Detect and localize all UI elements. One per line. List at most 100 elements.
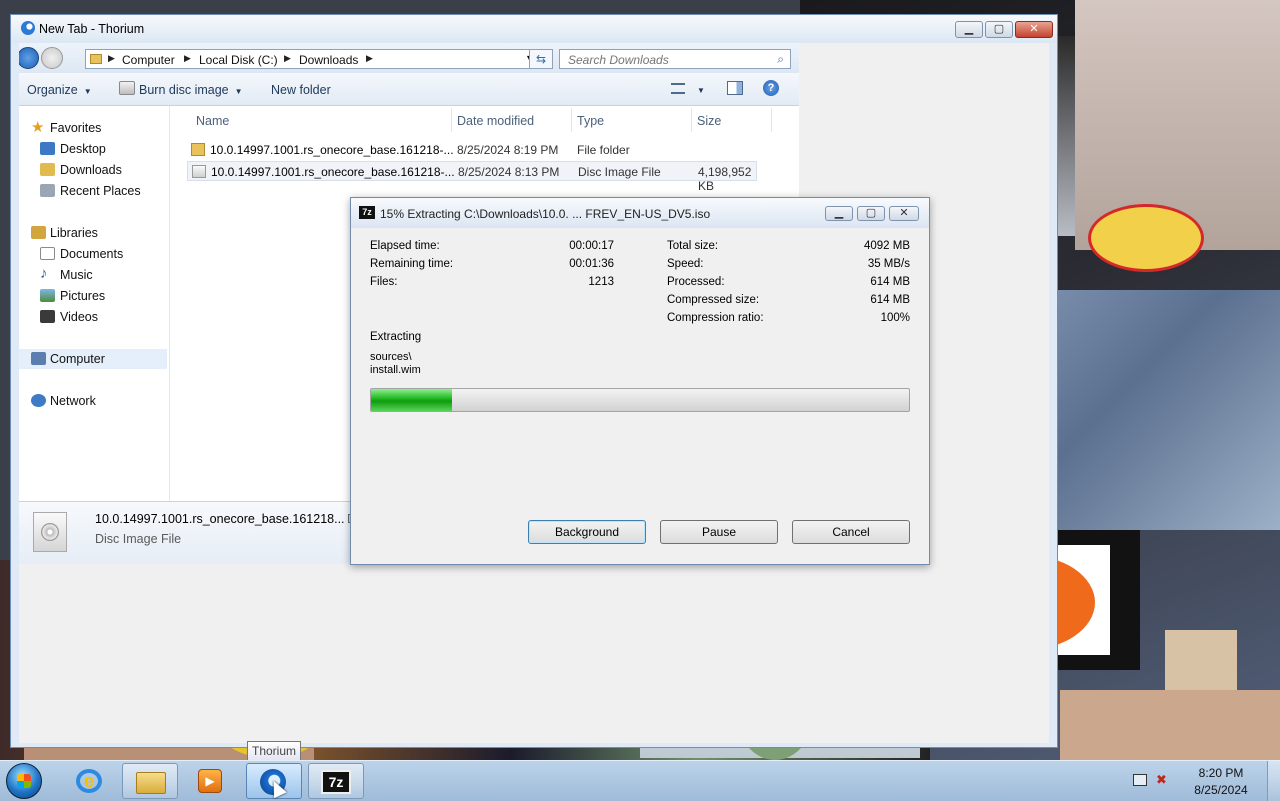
nav-label: Libraries	[50, 226, 98, 240]
system-tray: ✖ 8:20 PM 8/25/2024	[1130, 761, 1280, 801]
burn-disc-image-button[interactable]: Burn disc image ▼	[139, 83, 243, 97]
show-desktop-button[interactable]	[1267, 761, 1280, 801]
back-button[interactable]	[19, 47, 39, 69]
elapsed-time-value: 00:00:17	[569, 240, 614, 252]
browser-titlebar[interactable]: New Tab - Thorium ▁ ▢ ✕	[11, 15, 1057, 43]
nav-documents[interactable]: Documents	[19, 244, 167, 264]
start-button[interactable]	[6, 763, 42, 799]
column-divider[interactable]	[691, 108, 692, 132]
taskbar-media-player[interactable]: ▶	[184, 763, 240, 799]
maximize-button[interactable]: ▢	[985, 21, 1013, 38]
close-button[interactable]: ✕	[1015, 21, 1053, 38]
files-value: 1213	[588, 276, 614, 288]
column-header-name[interactable]: Name	[196, 114, 229, 128]
nav-music[interactable]: ♪ Music	[19, 265, 167, 285]
organize-label: Organize	[27, 83, 78, 97]
background-button[interactable]: Background	[528, 520, 646, 544]
burn-disc-icon	[119, 81, 135, 95]
chevron-down-icon[interactable]: ▼	[697, 86, 705, 95]
column-divider[interactable]	[571, 108, 572, 132]
file-row[interactable]: 10.0.14997.1001.rs_onecore_base.161218-.…	[187, 140, 757, 160]
file-name: 10.0.14997.1001.rs_onecore_base.161218-.…	[211, 165, 455, 179]
nav-favorites[interactable]: ★ Favorites	[19, 118, 167, 138]
dialog-title: 15% Extracting C:\Downloads\10.0. ... FR…	[380, 207, 711, 221]
column-divider[interactable]	[451, 108, 452, 132]
elapsed-time-label: Elapsed time:	[370, 240, 440, 252]
speed-value: 35 MB/s	[867, 258, 910, 270]
nav-downloads[interactable]: Downloads	[19, 160, 167, 180]
file-date: 8/25/2024 8:19 PM	[457, 143, 559, 157]
search-icon[interactable]: ⌕	[777, 52, 784, 67]
compressed-size-label: Compressed size:	[667, 294, 760, 306]
taskbar: e ▶ 7z ✖ 8:20 PM 8/25/2024	[0, 760, 1280, 801]
nav-label: Pictures	[60, 289, 106, 303]
file-date: 8/25/2024 8:13 PM	[458, 165, 560, 179]
dialog-body: Elapsed time: 00:00:17 Remaining time: 0…	[359, 228, 921, 558]
chevron-right-icon: ▶	[108, 53, 115, 63]
compression-ratio-label: Compression ratio:	[667, 312, 764, 324]
preview-pane-icon[interactable]	[727, 81, 743, 95]
window-title: New Tab - Thorium	[39, 22, 145, 36]
nav-label: Videos	[60, 310, 98, 324]
nav-libraries[interactable]: Libraries	[19, 223, 167, 243]
downloads-folder-icon	[40, 163, 55, 176]
speed-label: Speed:	[667, 258, 704, 270]
nav-label: Favorites	[50, 121, 102, 135]
wallpaper-blob	[1088, 204, 1204, 272]
volume-muted-icon[interactable]: ✖	[1156, 772, 1167, 788]
remaining-time-label: Remaining time:	[370, 258, 454, 270]
search-input[interactable]	[566, 52, 770, 68]
network-icon	[31, 394, 46, 407]
view-options-icon[interactable]	[671, 83, 685, 94]
chevron-right-icon: ▶	[366, 53, 373, 63]
file-row[interactable]: 10.0.14997.1001.rs_onecore_base.161218-.…	[187, 161, 757, 193]
nav-network[interactable]: Network	[19, 391, 167, 411]
breadcrumb-computer[interactable]: Computer	[122, 53, 175, 67]
extracting-status: Extracting	[370, 331, 422, 343]
taskbar-file-explorer[interactable]	[122, 763, 178, 799]
clock[interactable]: 8:20 PM 8/25/2024	[1186, 766, 1256, 797]
address-bar[interactable]: ▶ Computer ▶ Local Disk (C:) ▶ Downloads…	[85, 49, 541, 69]
breadcrumb-local-disk[interactable]: Local Disk (C:)	[199, 53, 278, 67]
help-icon[interactable]: ?	[763, 80, 779, 96]
clock-date: 8/25/2024	[1194, 783, 1248, 797]
pause-button[interactable]: Pause	[660, 520, 778, 544]
close-button[interactable]: ✕	[889, 206, 919, 221]
music-icon: ♪	[40, 265, 48, 282]
command-toolbar: Organize ▼ Burn disc image ▼ New folder ▼ …	[19, 73, 799, 106]
column-header-size[interactable]: Size	[697, 114, 721, 128]
cancel-button[interactable]: Cancel	[792, 520, 910, 544]
nav-label: Downloads	[60, 163, 122, 177]
taskbar-internet-explorer[interactable]: e	[62, 763, 118, 799]
extract-progress-dialog: 7z 15% Extracting C:\Downloads\10.0. ...…	[350, 197, 930, 565]
nav-desktop[interactable]: Desktop	[19, 139, 167, 159]
column-divider[interactable]	[771, 108, 772, 132]
nav-recent-places[interactable]: Recent Places	[19, 181, 167, 201]
column-header-type[interactable]: Type	[577, 114, 604, 128]
compression-ratio-value: 100%	[880, 312, 910, 324]
search-box[interactable]: ⌕	[559, 49, 791, 69]
organize-button[interactable]: Organize ▼	[27, 83, 92, 97]
minimize-button[interactable]: ▁	[825, 206, 853, 221]
taskbar-7zip[interactable]: 7z	[308, 763, 364, 799]
nav-label: Computer	[50, 352, 105, 366]
column-header-date-modified[interactable]: Date modified	[457, 114, 534, 128]
nav-videos[interactable]: Videos	[19, 307, 167, 327]
remaining-time-value: 00:01:36	[569, 258, 614, 270]
nav-computer[interactable]: Computer	[19, 349, 167, 369]
minimize-button[interactable]: ▁	[955, 21, 983, 38]
processed-label: Processed:	[667, 276, 725, 288]
7zip-logo-icon: 7z	[359, 206, 375, 219]
forward-button[interactable]	[41, 47, 63, 69]
network-icon[interactable]	[1133, 774, 1147, 786]
dialog-titlebar[interactable]: 7z 15% Extracting C:\Downloads\10.0. ...…	[351, 198, 929, 228]
refresh-button[interactable]: ⇆	[529, 49, 553, 69]
file-type: File folder	[577, 143, 630, 157]
maximize-button[interactable]: ▢	[857, 206, 885, 221]
windows-logo-icon	[17, 774, 31, 788]
new-folder-button[interactable]: New folder	[271, 83, 331, 97]
burn-disc-image-label: Burn disc image	[139, 83, 229, 97]
breadcrumb-downloads[interactable]: Downloads	[299, 53, 358, 67]
nav-pictures[interactable]: Pictures	[19, 286, 167, 306]
documents-icon	[40, 247, 55, 260]
